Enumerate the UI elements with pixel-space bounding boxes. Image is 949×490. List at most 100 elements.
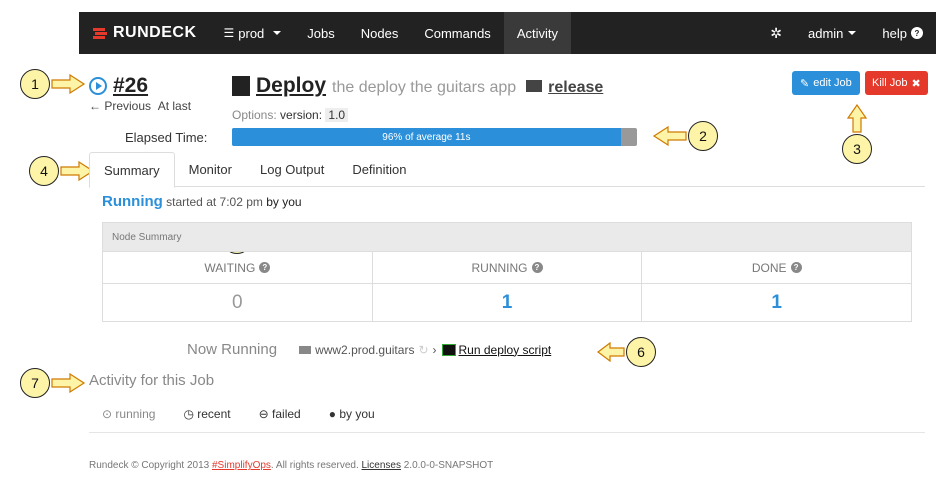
- running-count[interactable]: 1: [373, 284, 642, 322]
- options-label: Options:: [232, 108, 277, 122]
- chevron-right-icon: ›: [432, 342, 437, 357]
- spinner-icon: ↻: [418, 342, 429, 357]
- job-name-link[interactable]: Deploy: [256, 74, 326, 98]
- tab-summary[interactable]: Summary: [89, 152, 175, 188]
- arrow-right-icon: [51, 74, 86, 94]
- folder-icon: [526, 80, 543, 92]
- done-label: DONE: [751, 260, 787, 275]
- nav-nodes[interactable]: Nodes: [348, 12, 412, 54]
- node-summary-title: Node Summary: [103, 223, 911, 252]
- kill-job-button[interactable]: Kill Job ✖: [865, 71, 928, 95]
- help-link[interactable]: help ?: [869, 12, 936, 54]
- arrow-up-icon: [847, 104, 867, 133]
- step-link[interactable]: Run deploy script: [459, 343, 552, 357]
- server-icon: [299, 345, 312, 354]
- callout-6: 6: [596, 337, 656, 367]
- tab-monitor[interactable]: Monitor: [175, 152, 246, 186]
- waiting-count: 0: [232, 292, 243, 313]
- callout-number: 2: [688, 121, 718, 151]
- option-key: version:: [280, 108, 323, 122]
- project-selector[interactable]: ☰ prod: [211, 12, 295, 54]
- progress-bar: 96% of average 11s: [232, 128, 637, 146]
- job-description: the deploy the guitars app: [332, 79, 517, 96]
- clock-icon: ◷: [183, 407, 194, 421]
- job-title: Deploy the deploy the guitars app releas…: [232, 74, 603, 98]
- status-started: started at 7:02 pm: [166, 195, 263, 209]
- callout-2: 2: [652, 121, 718, 151]
- waiting-label: WAITING: [204, 260, 256, 275]
- licenses-link[interactable]: Licenses: [362, 460, 401, 471]
- execution-number[interactable]: #26: [113, 74, 148, 98]
- status-state: Running: [102, 193, 163, 210]
- caret-down-icon: [848, 31, 857, 35]
- callout-4: 4: [29, 156, 95, 186]
- filter-running[interactable]: ⊙ running: [102, 407, 155, 421]
- user-menu[interactable]: admin: [795, 12, 869, 54]
- help-label: help: [882, 25, 907, 41]
- node-name[interactable]: www2.prod.guitars: [315, 343, 414, 357]
- execution-status: Running started at 7:02 pm by you: [102, 193, 302, 210]
- callout-number: 7: [20, 368, 50, 398]
- question-icon[interactable]: ?: [531, 262, 543, 273]
- list-icon: ☰: [223, 26, 235, 40]
- edit-job-button[interactable]: ✎ edit Job: [792, 71, 860, 95]
- project-name: prod: [238, 25, 265, 41]
- waiting-column: WAITING? 0: [103, 252, 373, 322]
- rundeck-logo-icon: [93, 26, 107, 40]
- node-summary-panel: Node Summary WAITING? 0 RUNNING? 1 DONE?…: [102, 222, 912, 322]
- activity-filters: ⊙ running ◷ recent ⊖ failed ● by you: [102, 407, 375, 421]
- footer-copyright: Rundeck © Copyright 2013: [89, 460, 210, 471]
- edit-job-label: edit Job: [813, 77, 852, 89]
- job-group-link[interactable]: release: [548, 79, 603, 97]
- kill-job-label: Kill Job: [872, 77, 908, 89]
- callout-1: 1: [20, 69, 86, 99]
- execution-tabs: Summary Monitor Log Output Definition: [89, 152, 925, 188]
- nav-activity[interactable]: Activity: [503, 12, 571, 54]
- callout-number: 6: [626, 337, 656, 367]
- divider: [89, 432, 925, 433]
- at-last-label: At last: [157, 99, 192, 113]
- play-circle-icon: ⊙: [102, 407, 113, 421]
- running-column: RUNNING? 1: [372, 252, 643, 322]
- brand-name: RUNDECK: [113, 24, 197, 41]
- tab-log-output[interactable]: Log Output: [246, 152, 338, 186]
- filter-failed-label: failed: [272, 407, 301, 421]
- nav-commands[interactable]: Commands: [411, 12, 503, 54]
- caret-down-icon: [273, 31, 282, 35]
- footer-version: 2.0.0-0-SNAPSHOT: [403, 460, 494, 471]
- question-icon[interactable]: ?: [259, 262, 271, 273]
- simplifyops-link[interactable]: #SimplifyOps: [212, 460, 271, 471]
- filter-recent[interactable]: ◷ recent: [183, 407, 230, 421]
- nav-jobs[interactable]: Jobs: [294, 12, 347, 54]
- execution-id[interactable]: #26: [89, 74, 148, 98]
- terminal-icon: [441, 343, 456, 356]
- filter-by-you[interactable]: ● by you: [329, 407, 375, 421]
- running-label: RUNNING: [471, 260, 528, 275]
- callout-number: 4: [29, 156, 59, 186]
- brand-logo[interactable]: RUNDECK: [79, 12, 211, 54]
- previous-link[interactable]: Previous: [104, 99, 151, 113]
- filter-failed[interactable]: ⊖ failed: [259, 407, 301, 421]
- gear-icon[interactable]: ✲: [757, 12, 795, 54]
- footer-rights: . All rights reserved.: [270, 460, 359, 471]
- progress-fill: 96% of average 11s: [232, 128, 621, 146]
- now-running-label: Now Running: [187, 341, 278, 358]
- done-count[interactable]: 1: [642, 284, 911, 322]
- user-icon: ●: [328, 407, 336, 421]
- question-icon: ?: [911, 27, 923, 39]
- minus-circle-icon: ⊖: [258, 407, 269, 421]
- question-icon[interactable]: ?: [790, 262, 802, 273]
- filter-by-you-label: by you: [339, 407, 375, 421]
- arrow-left-icon: [652, 126, 687, 146]
- activity-title: Activity for this Job: [89, 372, 215, 389]
- option-value: 1.0: [325, 108, 349, 122]
- arrow-left-icon: [597, 342, 625, 362]
- tab-definition[interactable]: Definition: [338, 152, 420, 186]
- top-navbar: RUNDECK ☰ prod Jobs Nodes Commands Activ…: [79, 12, 936, 54]
- elapsed-time-label: Elapsed Time:: [125, 130, 208, 145]
- job-options: Options: version: 1.0: [232, 108, 349, 122]
- progress-text: 96% of average 11s: [382, 131, 471, 143]
- filter-recent-label: recent: [197, 407, 231, 421]
- previous-nav: ← Previous At last: [89, 99, 191, 113]
- book-icon: [232, 76, 250, 96]
